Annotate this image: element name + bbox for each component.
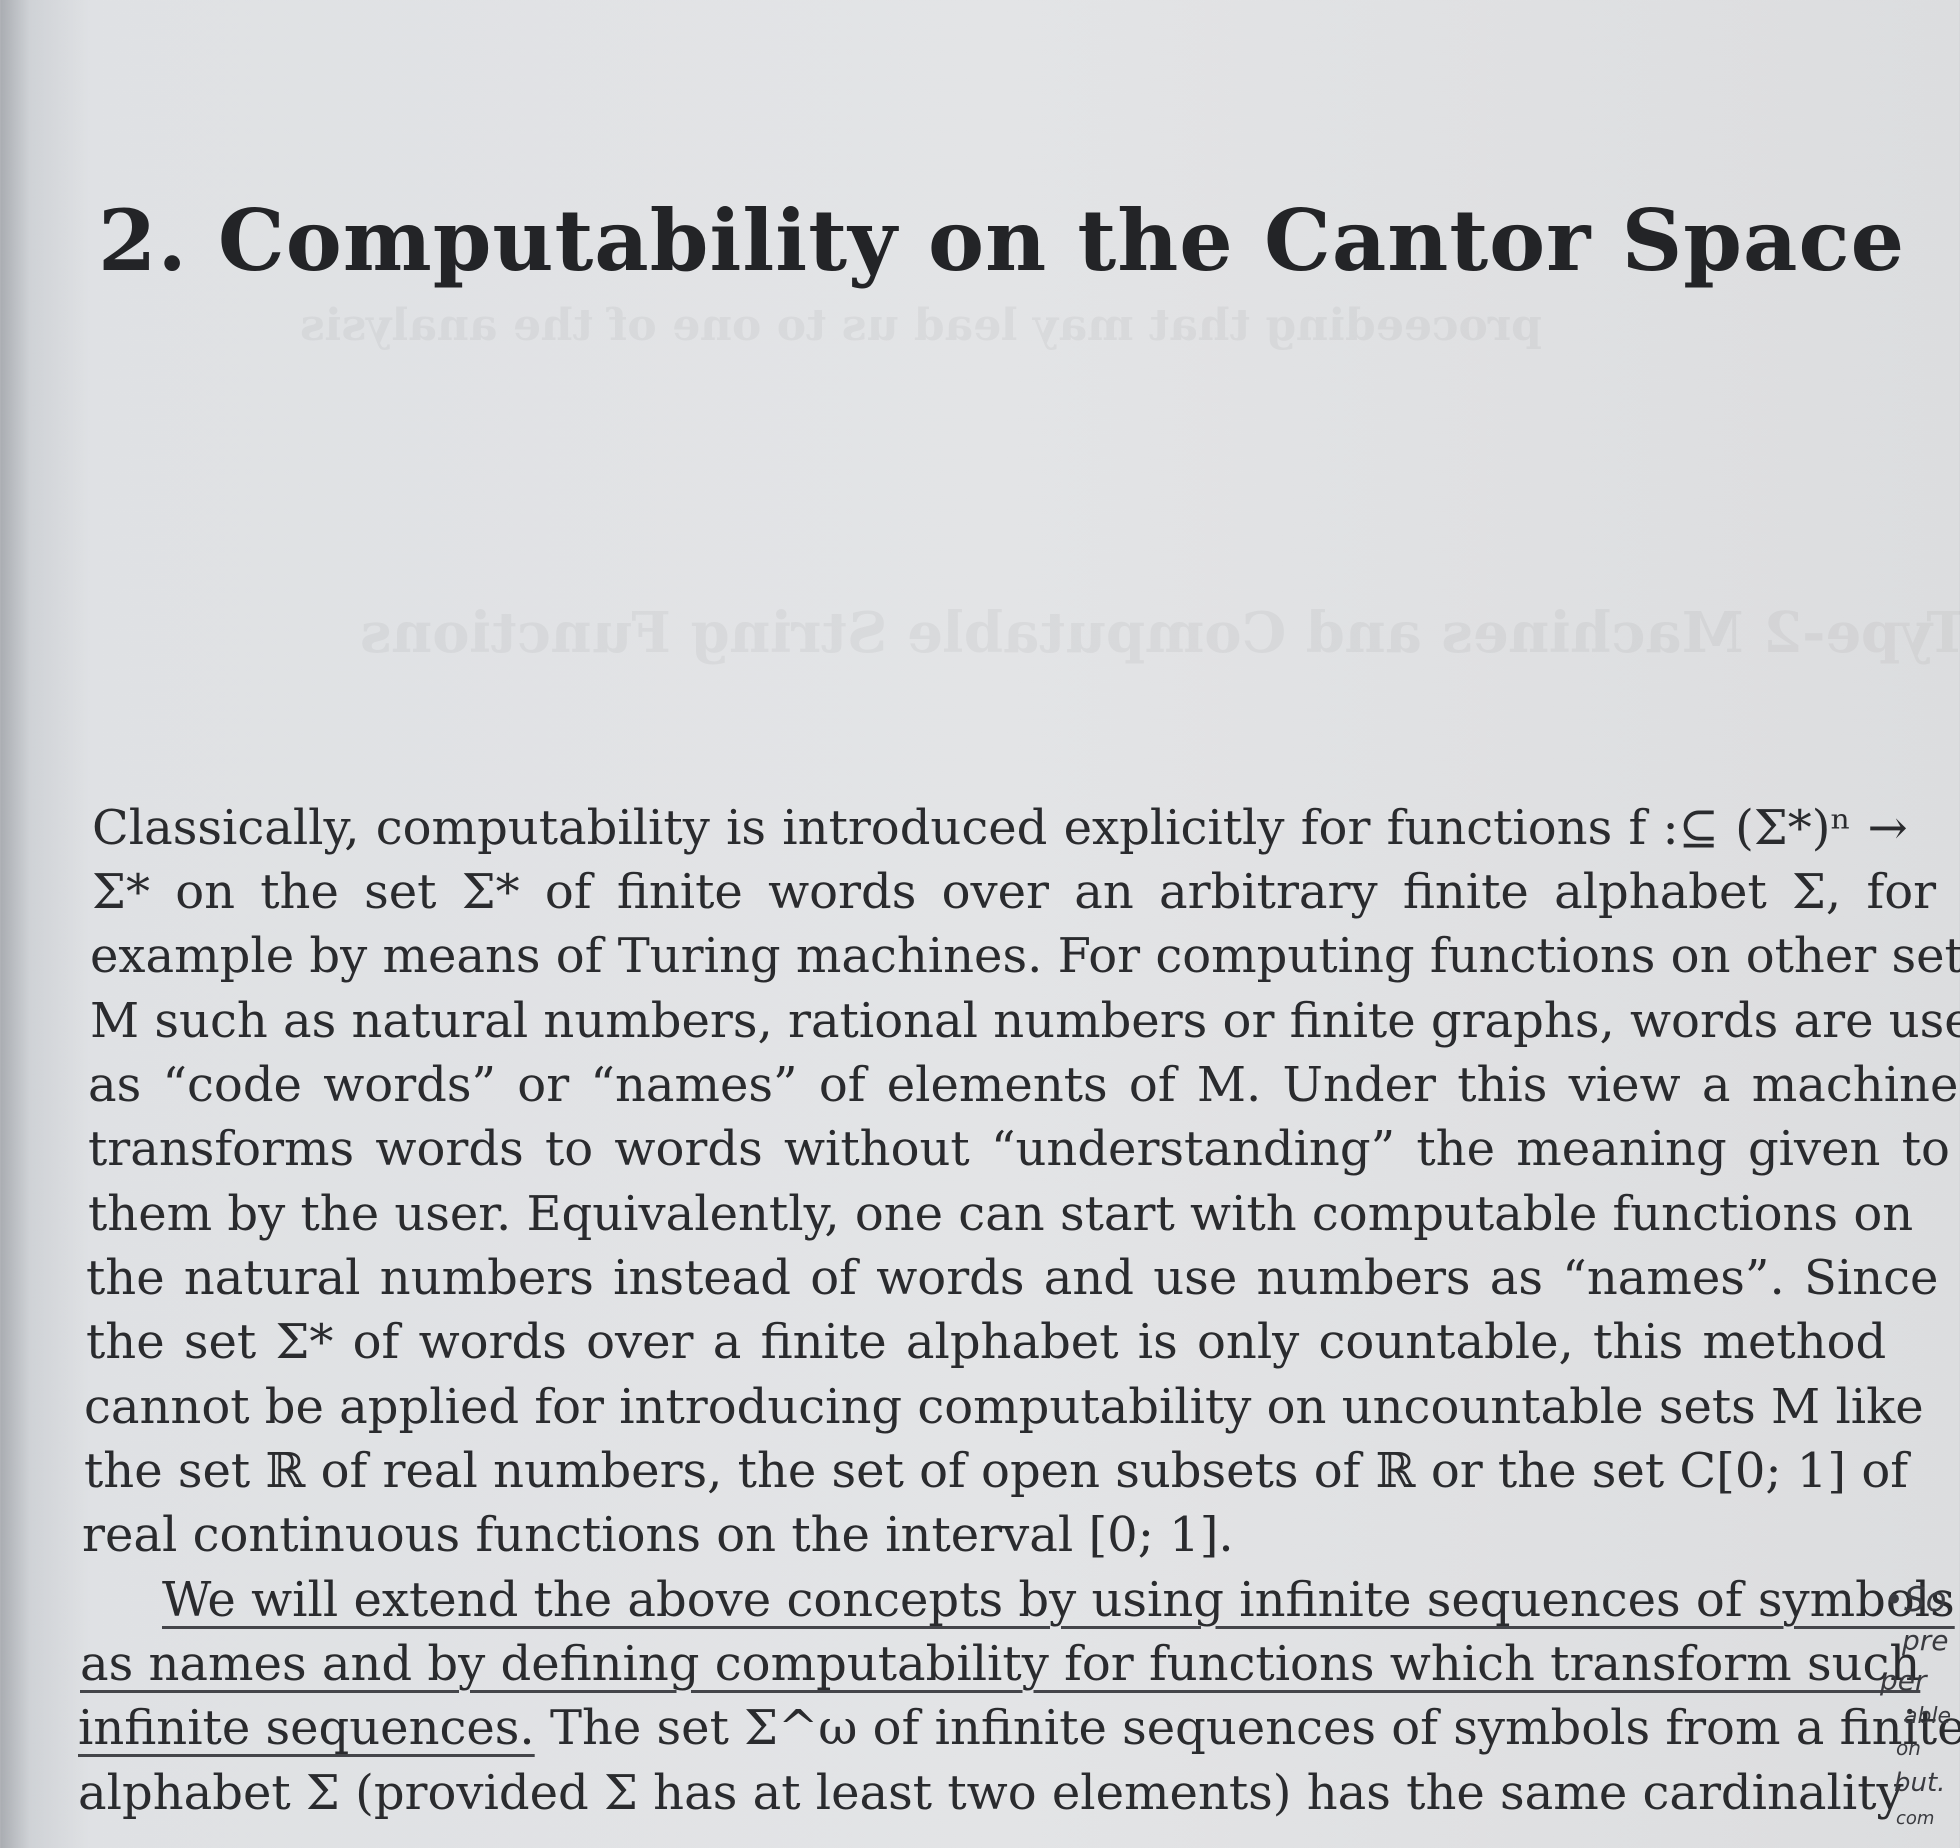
- text-line: real continuous functions on the interva…: [82, 1507, 1234, 1563]
- text-line: as “code words” or “names” of elements o…: [88, 1057, 1959, 1113]
- text-line: Σ* on the set Σ* of finite words over an…: [92, 864, 1937, 920]
- underlined-line: as names and by defining computability f…: [80, 1636, 1921, 1692]
- text-line: Classically, computability is introduced…: [92, 800, 1908, 856]
- handwritten-note: •So: [1884, 1580, 1947, 1620]
- text-line: them by the user. Equivalently, one can …: [88, 1186, 1914, 1242]
- underlined-phrase: infinite sequences.: [78, 1700, 535, 1756]
- underlined-line: We will extend the above concepts by usi…: [162, 1572, 1955, 1628]
- chapter-title: 2. Computability on the Cantor Space: [98, 191, 1906, 291]
- handwritten-note: per: [1880, 1664, 1927, 1697]
- bleed-through-text: 2.1 Type-2 Machines and Computable Strin…: [360, 600, 1960, 666]
- handwritten-note: pre: [1902, 1624, 1949, 1657]
- text-line: cannot be applied for introducing comput…: [84, 1379, 1924, 1435]
- text-line: infinite sequences. The set Σ^ω of infin…: [78, 1700, 1960, 1756]
- text-fragment: The set Σ^ω of infinite sequences of sym…: [534, 1700, 1960, 1756]
- handwritten-note: able: [1904, 1704, 1952, 1729]
- bleed-through-text: proceeding that may lead us to one of th…: [300, 300, 1542, 351]
- text-line: M such as natural numbers, rational numb…: [90, 993, 1960, 1049]
- handwritten-note: on: [1896, 1736, 1921, 1760]
- text-line: transforms words to words without “under…: [88, 1121, 1950, 1177]
- text-line: the natural numbers instead of words and…: [86, 1250, 1939, 1306]
- text-line: example by means of Turing machines. For…: [90, 928, 1960, 984]
- handwritten-note: but.: [1894, 1768, 1946, 1798]
- handwritten-note: com: [1896, 1808, 1935, 1829]
- text-line: alphabet Σ (provided Σ has at least two …: [78, 1765, 1904, 1821]
- text-line: the set Σ* of words over a finite alphab…: [86, 1314, 1887, 1370]
- text-line: the set ℝ of real numbers, the set of op…: [84, 1443, 1908, 1499]
